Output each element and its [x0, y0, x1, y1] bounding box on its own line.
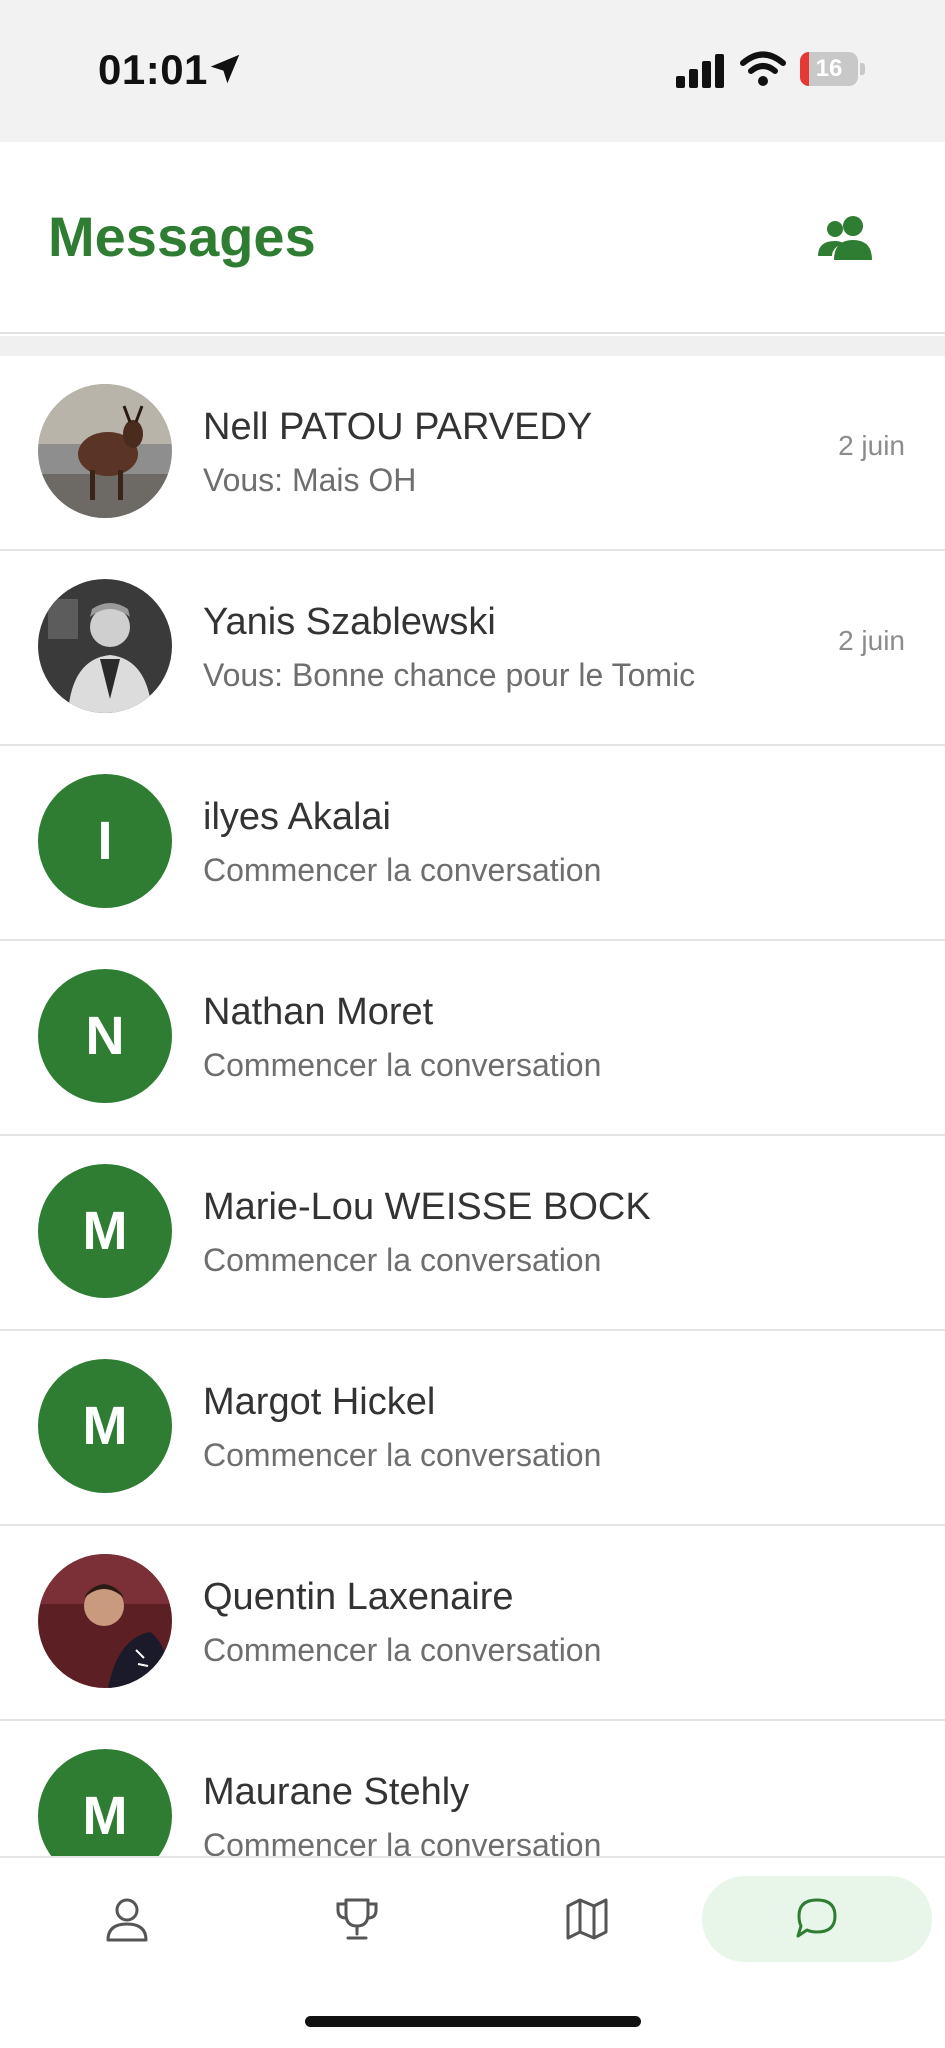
- home-indicator: [305, 2016, 641, 2027]
- conversation-preview: Commencer la conversation: [203, 1827, 602, 1856]
- avatar-initial: M: [38, 1359, 172, 1493]
- nav-map[interactable]: [472, 1876, 702, 1962]
- conversation-item[interactable]: Yanis Szablewski Vous: Bonne chance pour…: [0, 551, 945, 746]
- conversation-item[interactable]: Quentin Laxenaire Commencer la conversat…: [0, 1526, 945, 1721]
- conversation-date: 2 juin: [838, 625, 905, 656]
- header: Messages: [0, 142, 945, 334]
- chat-icon: [796, 1898, 837, 1938]
- conversation-date: 2 juin: [838, 430, 905, 461]
- wifi-icon: [740, 51, 786, 86]
- nav-trophies[interactable]: [242, 1876, 472, 1962]
- map-icon: [566, 1898, 608, 1940]
- conversation-list: Nell PATOU PARVEDY Vous: Mais OH 2 juin …: [0, 356, 945, 1856]
- avatar-initial: I: [38, 774, 172, 908]
- conversation-preview: Vous: Mais OH: [203, 462, 417, 498]
- conversation-preview: Commencer la conversation: [203, 1047, 602, 1083]
- conversation-preview: Commencer la conversation: [203, 1437, 602, 1473]
- battery-indicator: 16: [800, 52, 866, 86]
- cellular-signal-icon: [676, 54, 724, 88]
- status-bar: 01:01 16: [0, 0, 945, 142]
- bottom-nav: [0, 1856, 945, 2048]
- battery-body: 16: [800, 52, 858, 86]
- conversation-name: Marie-Lou WEISSE BOCK: [203, 1186, 651, 1228]
- conversation-item[interactable]: M Margot Hickel Commencer la conversatio…: [0, 1331, 945, 1526]
- header-divider: [0, 336, 945, 356]
- trophy-icon: [336, 1898, 378, 1940]
- conversation-item[interactable]: M Maurane Stehly Commencer la conversati…: [0, 1721, 945, 1856]
- avatar-initial: M: [38, 1749, 172, 1856]
- avatar: [38, 384, 172, 518]
- conversation-item[interactable]: M Marie-Lou WEISSE BOCK Commencer la con…: [0, 1136, 945, 1331]
- conversation-preview: Vous: Bonne chance pour le Tomic: [203, 657, 696, 693]
- conversation-item[interactable]: I ilyes Akalai Commencer la conversation: [0, 746, 945, 941]
- avatar: [38, 1554, 172, 1688]
- conversation-name: Nathan Moret: [203, 991, 434, 1033]
- conversation-name: ilyes Akalai: [203, 796, 391, 838]
- conversation-name: Nell PATOU PARVEDY: [203, 406, 593, 448]
- conversation-preview: Commencer la conversation: [203, 852, 602, 888]
- conversation-item[interactable]: N Nathan Moret Commencer la conversation: [0, 941, 945, 1136]
- avatar-initial: M: [38, 1164, 172, 1298]
- conversation-name: Quentin Laxenaire: [203, 1576, 514, 1618]
- people-icon[interactable]: [818, 214, 876, 260]
- location-arrow-icon: [210, 54, 240, 84]
- page-title: Messages: [48, 205, 316, 268]
- conversation-item[interactable]: Nell PATOU PARVEDY Vous: Mais OH 2 juin: [0, 356, 945, 551]
- nav-messages[interactable]: [702, 1876, 932, 1962]
- conversation-preview: Commencer la conversation: [203, 1242, 602, 1278]
- conversation-name: Maurane Stehly: [203, 1771, 470, 1813]
- conversation-preview: Commencer la conversation: [203, 1632, 602, 1668]
- battery-cap: [860, 63, 865, 75]
- avatar-initial: N: [38, 969, 172, 1103]
- conversation-name: Margot Hickel: [203, 1381, 436, 1423]
- avatar: [38, 579, 172, 713]
- nav-profile[interactable]: [12, 1876, 242, 1962]
- battery-level: 16: [815, 55, 843, 82]
- profile-icon: [106, 1898, 148, 1942]
- conversation-name: Yanis Szablewski: [203, 601, 496, 643]
- status-time: 01:01: [98, 46, 208, 93]
